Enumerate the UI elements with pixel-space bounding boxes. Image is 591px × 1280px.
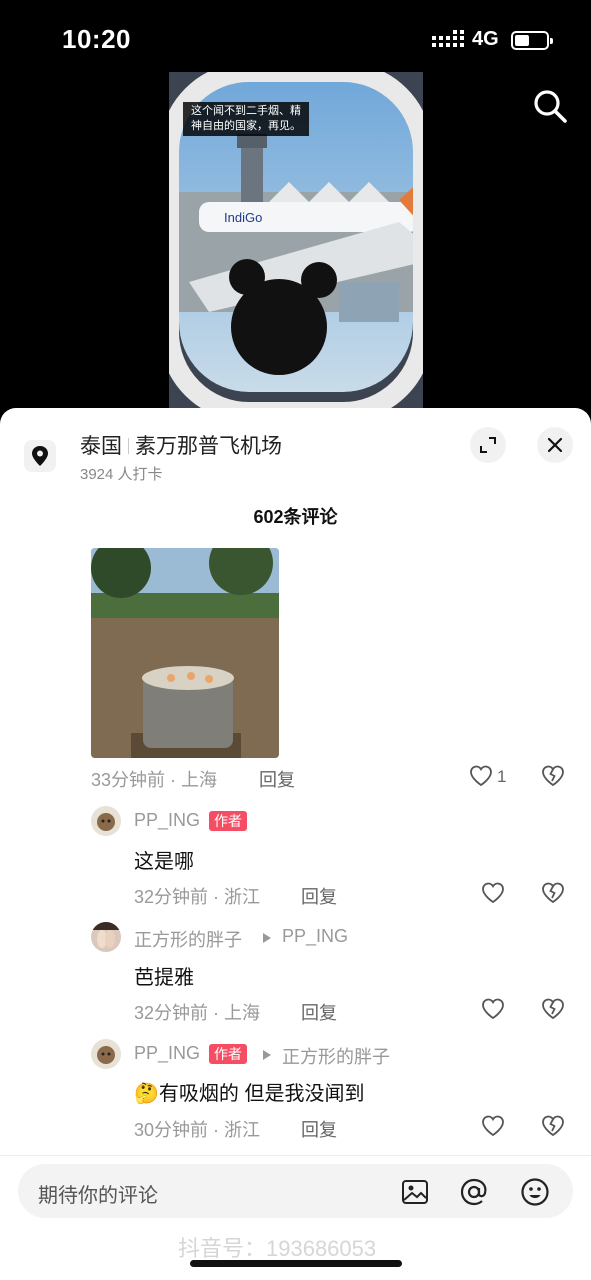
comment-input[interactable]: 期待你的评论 (18, 1164, 573, 1218)
broken-heart-icon[interactable] (540, 1113, 566, 1139)
expand-icon (480, 437, 496, 453)
broken-heart-icon[interactable] (540, 880, 566, 906)
image-icon[interactable] (400, 1177, 430, 1207)
reply-username[interactable]: 正方形的胖子 (134, 926, 242, 952)
author-badge: 作者 (209, 811, 247, 831)
comment-meta: 33分钟前 · 上海 (91, 770, 218, 790)
reply-username[interactable]: PP_ING (134, 810, 200, 831)
reply-button[interactable]: 回复 (301, 883, 337, 909)
status-bar: 10:20 4G (0, 0, 591, 72)
reply-meta: 32分钟前 · 浙江 (134, 887, 261, 907)
watermark: 抖音号：193686053 (178, 1236, 377, 1261)
reply-meta: 32分钟前 · 上海 (134, 1003, 261, 1023)
author-badge: 作者 (209, 1044, 247, 1064)
video-player[interactable]: IndiGo 这个闻不到二手烟、精神自由的国家，再见。 (169, 72, 423, 412)
avatar[interactable] (91, 1039, 121, 1069)
reply-to-user[interactable]: PP_ING (282, 926, 348, 947)
close-button[interactable] (537, 427, 573, 463)
reply-to-arrow-icon (263, 1050, 271, 1060)
home-indicator[interactable] (190, 1260, 402, 1267)
reply-button[interactable]: 回复 (301, 999, 337, 1025)
checkin-count: 3924 人打卡 (80, 466, 163, 483)
location-place: 素万那普飞机场 (135, 435, 282, 458)
reply-text: 这是哪 (134, 851, 194, 873)
search-icon[interactable] (530, 86, 570, 126)
reply-username[interactable]: PP_ING (134, 1043, 200, 1064)
title-separator (128, 438, 129, 454)
network-type: 4G (472, 28, 499, 50)
divider (0, 1155, 591, 1156)
reply-button[interactable]: 回复 (301, 1116, 337, 1142)
heart-icon[interactable] (480, 1113, 506, 1139)
location-pin-icon (24, 440, 56, 472)
mention-icon[interactable] (459, 1177, 489, 1207)
reply-text-content: 有吸烟的 但是我没闻到 (158, 1083, 365, 1105)
comment-input-placeholder: 期待你的评论 (38, 1185, 158, 1207)
video-caption: 这个闻不到二手烟、精神自由的国家，再见。 (183, 102, 309, 136)
comment-sheet (0, 408, 591, 1280)
reply-meta: 30分钟前 · 浙江 (134, 1120, 261, 1140)
broken-heart-icon[interactable] (540, 996, 566, 1022)
location-title[interactable]: 泰国 素万那普飞机场 (80, 430, 282, 460)
status-time: 10:20 (62, 24, 131, 54)
battery-icon (511, 31, 553, 50)
like-count: 1 (497, 767, 507, 786)
heart-icon[interactable] (468, 763, 494, 789)
location-country: 泰国 (80, 435, 122, 458)
comment-image[interactable] (91, 548, 279, 758)
heart-icon[interactable] (480, 880, 506, 906)
heart-icon[interactable] (480, 996, 506, 1022)
reply-to-arrow-icon (263, 933, 271, 943)
reply-text: 芭提雅 (134, 967, 194, 989)
reply-button[interactable]: 回复 (259, 766, 295, 792)
reply-to-user[interactable]: 正方形的胖子 (282, 1043, 390, 1069)
comment-count: 602条评论 (253, 507, 338, 527)
expand-button[interactable] (470, 427, 506, 463)
reply-text: 🤔有吸烟的 但是我没闻到 (134, 1077, 364, 1106)
broken-heart-icon[interactable] (540, 763, 566, 789)
close-icon (547, 437, 563, 453)
avatar[interactable] (91, 922, 121, 952)
emoji-icon[interactable] (520, 1177, 550, 1207)
svg-text:IndiGo: IndiGo (224, 210, 262, 225)
thinking-emoji: 🤔 (134, 1083, 159, 1105)
signal-icon (432, 30, 464, 47)
avatar[interactable] (91, 806, 121, 836)
